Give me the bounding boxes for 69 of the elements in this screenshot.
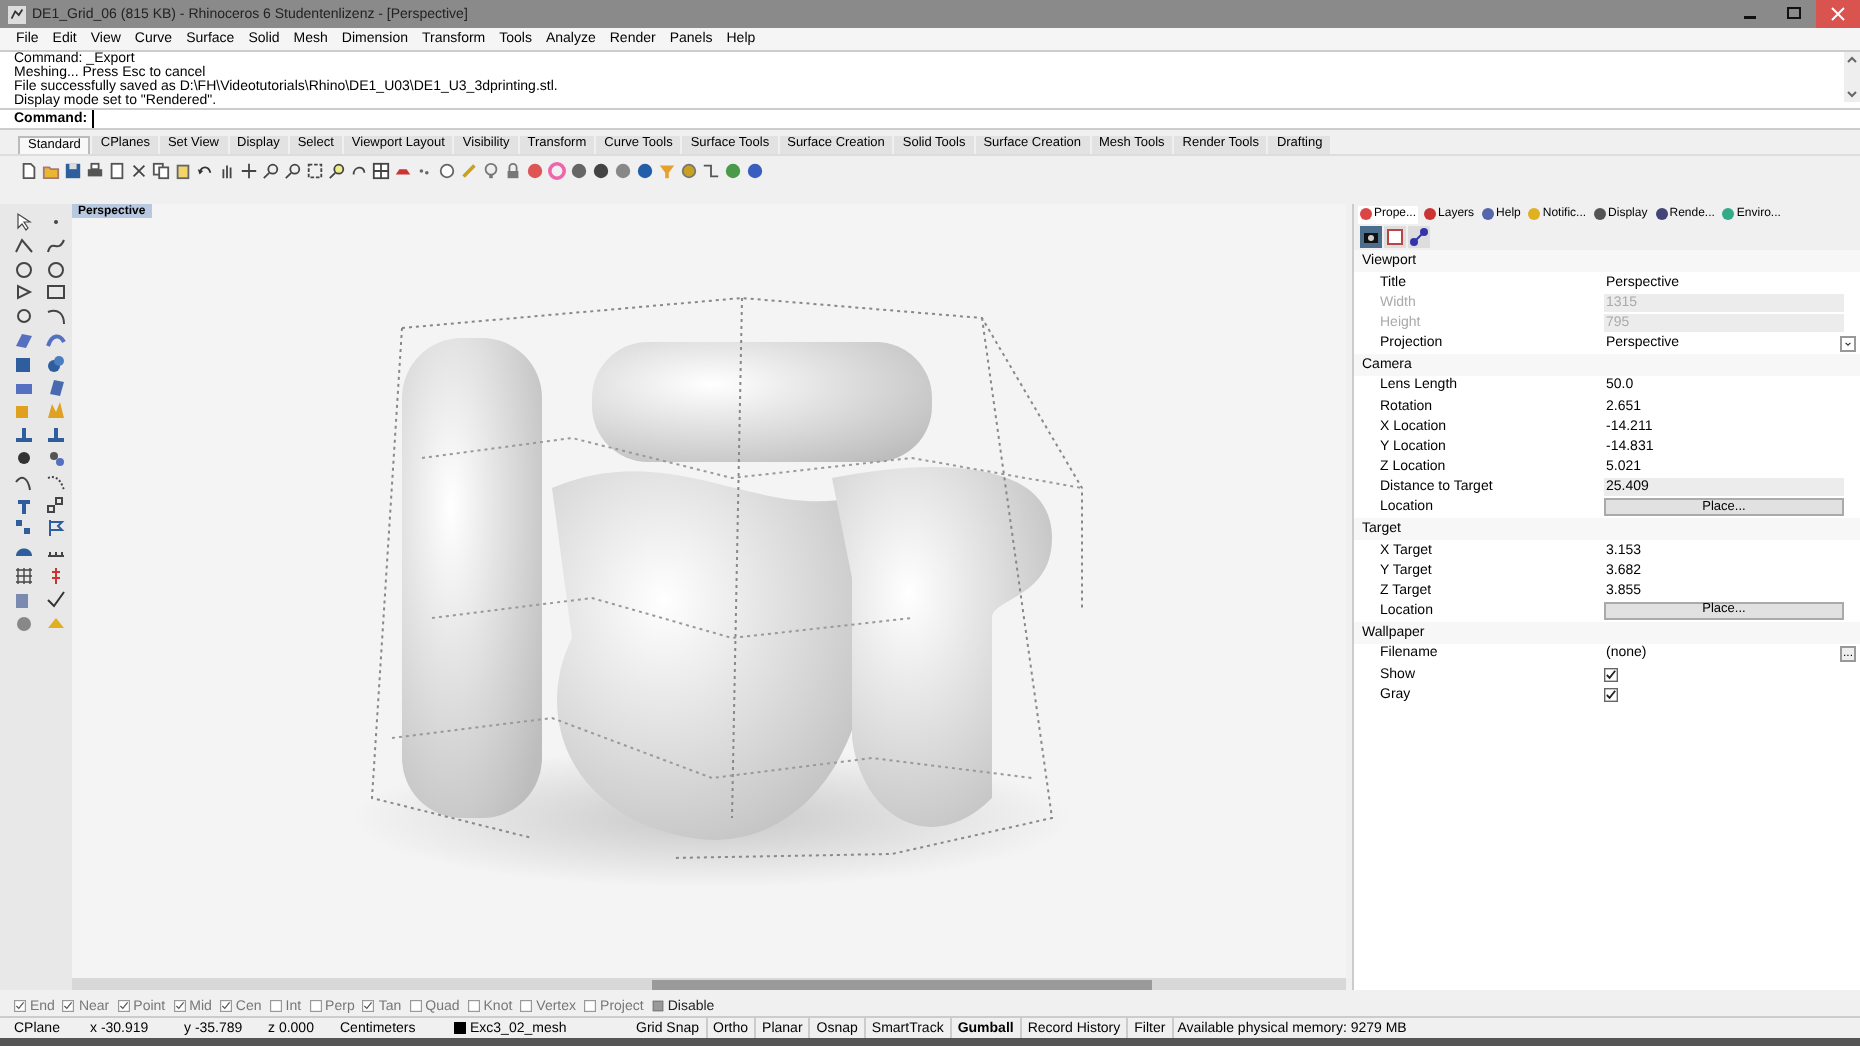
box-icon[interactable]: [14, 353, 34, 374]
checkbox[interactable]: [309, 1000, 322, 1012]
flag-icon[interactable]: [45, 518, 65, 539]
tab-icon: [1424, 208, 1437, 220]
rectangle-icon[interactable]: [1384, 226, 1406, 248]
checkbox[interactable]: [1604, 687, 1618, 702]
zoom-icon[interactable]: [328, 162, 346, 180]
move-arrows-icon[interactable]: [240, 162, 258, 180]
tab-icon: [1594, 208, 1607, 220]
tab-icon: [1655, 208, 1668, 220]
save-icon[interactable]: [64, 162, 82, 180]
checkbox[interactable]: [219, 1000, 232, 1012]
circle-icon[interactable]: [14, 306, 34, 327]
tab-icon: [1528, 208, 1541, 220]
clipboard-icon[interactable]: [174, 162, 192, 180]
shapes-icon[interactable]: [45, 447, 65, 468]
polyline-icon[interactable]: [14, 235, 34, 256]
rectangle-icon[interactable]: [45, 282, 65, 303]
checkbox[interactable]: [117, 1000, 130, 1012]
checkbox[interactable]: [62, 1000, 75, 1012]
scrollbar-thumb[interactable]: [652, 979, 1152, 989]
surface-icon[interactable]: [45, 377, 65, 398]
zoom-extents-icon[interactable]: [306, 162, 324, 180]
curve-icon[interactable]: [45, 471, 65, 492]
checkbox[interactable]: [467, 1000, 480, 1012]
checkbox[interactable]: [409, 1000, 422, 1012]
copy-icon[interactable]: [152, 162, 170, 180]
cursor-icon[interactable]: [14, 212, 34, 232]
circle-icon[interactable]: [45, 259, 65, 280]
grid-icon[interactable]: [372, 162, 390, 180]
scrollbar-icon[interactable]: [1844, 52, 1860, 102]
connector-icon[interactable]: [702, 162, 720, 180]
color-wheel-icon[interactable]: [548, 162, 566, 180]
molecule-icon[interactable]: [1408, 226, 1430, 248]
checkbox[interactable]: [14, 1000, 26, 1012]
tab-icon: [1722, 208, 1735, 220]
zoom-icon[interactable]: [262, 162, 280, 180]
app-logo-icon: [8, 5, 26, 23]
rotate-view-icon[interactable]: [350, 162, 368, 180]
curve-icon[interactable]: [45, 235, 65, 256]
checkbox[interactable]: [269, 1000, 282, 1012]
checkbox[interactable]: [173, 1000, 186, 1012]
folder-icon[interactable]: [42, 162, 60, 180]
document-icon[interactable]: [108, 162, 126, 180]
close-icon[interactable]: [1816, 0, 1860, 28]
tab-icon: [1482, 208, 1495, 220]
checkmark-icon[interactable]: [45, 589, 65, 610]
material-sphere-icon[interactable]: [526, 162, 544, 180]
lightbulb-icon[interactable]: [482, 162, 500, 180]
spheres-icon[interactable]: [45, 353, 65, 374]
circle-icon[interactable]: [14, 259, 34, 280]
camera-icon[interactable]: [1360, 226, 1382, 248]
checkbox[interactable]: [520, 1000, 533, 1012]
array-icon[interactable]: [14, 518, 34, 539]
new-file-icon[interactable]: [20, 162, 38, 180]
tab-icon: [1360, 208, 1372, 220]
checkbox[interactable]: [1604, 667, 1618, 682]
checkbox[interactable]: [584, 1000, 597, 1012]
checkbox[interactable]: [362, 1000, 375, 1012]
chevron-down-icon: [1840, 335, 1856, 352]
lock-icon[interactable]: [504, 162, 522, 180]
scale-icon[interactable]: [45, 495, 65, 516]
surface-icon[interactable]: [14, 329, 34, 350]
undo-arrow-icon[interactable]: [196, 162, 214, 180]
zoom-icon[interactable]: [284, 162, 302, 180]
printer-icon[interactable]: [86, 162, 104, 180]
grid-icon[interactable]: [14, 565, 34, 586]
checkbox[interactable]: [651, 1000, 664, 1012]
surface-icon[interactable]: [45, 329, 65, 350]
